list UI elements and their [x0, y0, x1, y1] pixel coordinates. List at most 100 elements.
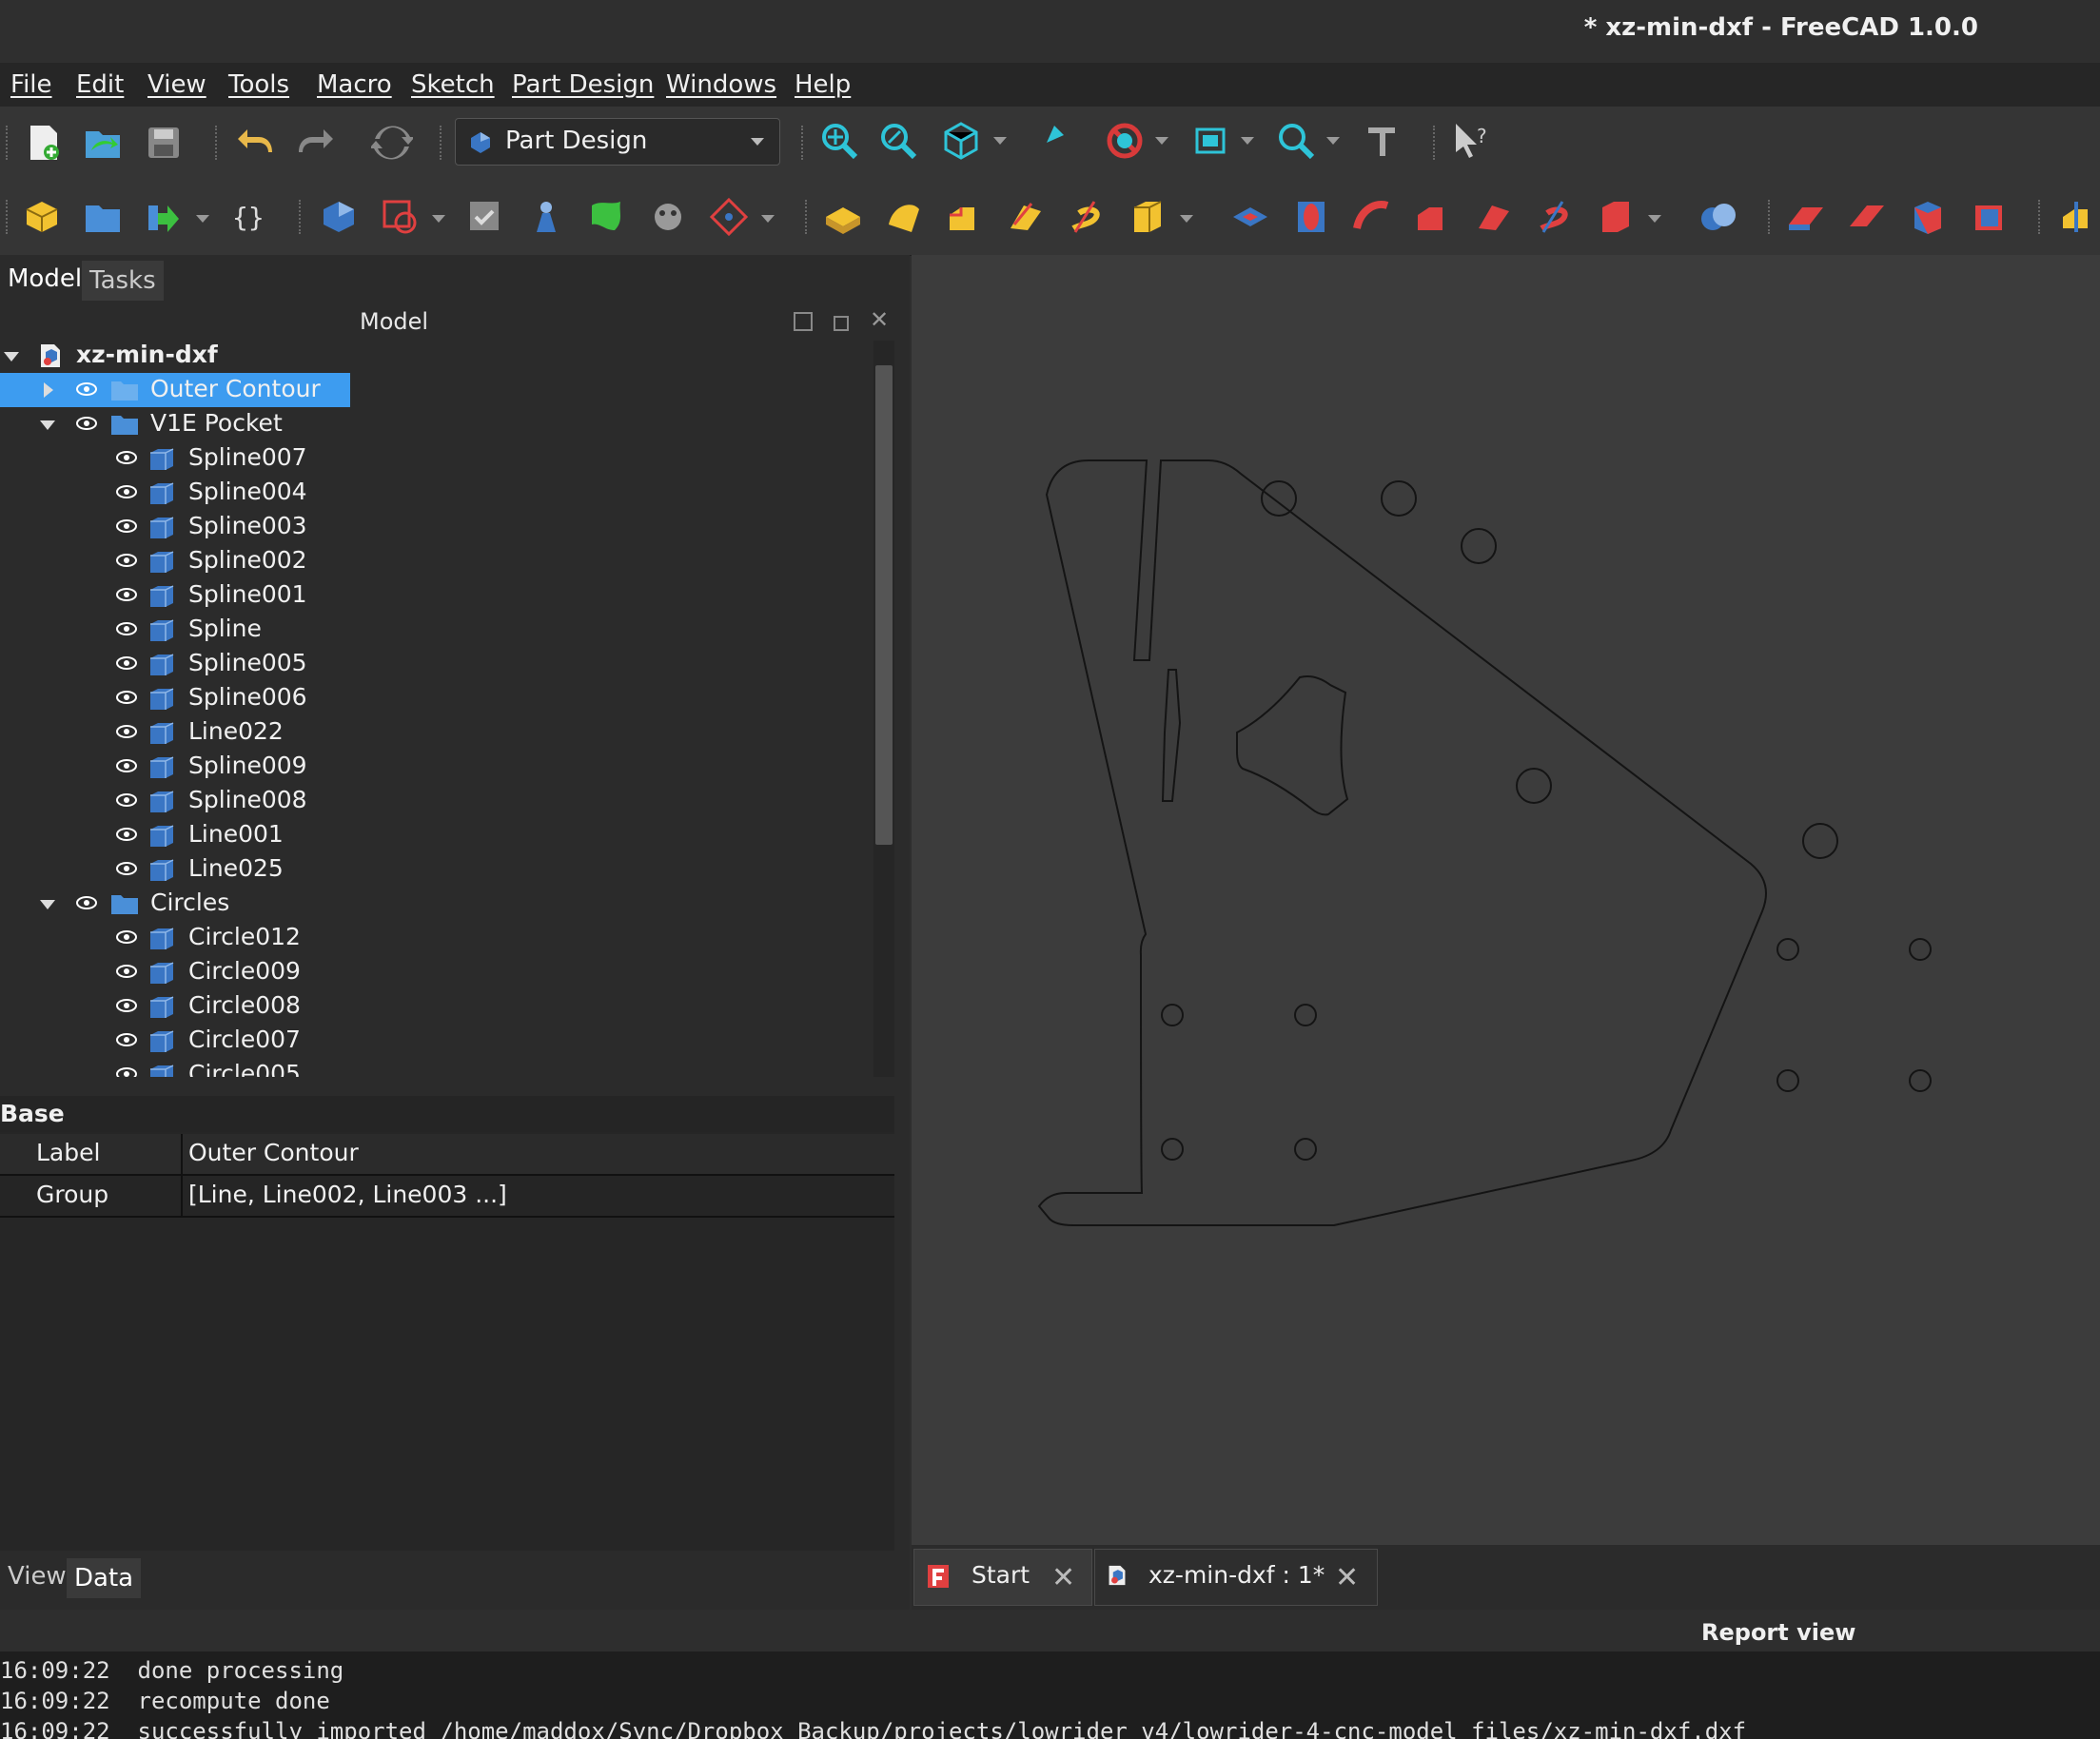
visibility-eye-icon[interactable]	[116, 999, 137, 1012]
menu-part-design[interactable]: Part Design	[512, 70, 654, 99]
close-icon[interactable]: ✕	[1051, 1564, 1075, 1592]
undo-icon[interactable]	[234, 120, 276, 162]
tree-item-child[interactable]: Circle005	[0, 1058, 873, 1077]
doc-tab-start[interactable]: Start ✕	[913, 1549, 1092, 1606]
sub-shape-binder-icon[interactable]	[586, 196, 628, 238]
property-row-group[interactable]: Group [Line, Line002, Line003 ...]	[0, 1176, 894, 1218]
pad-icon[interactable]	[822, 196, 864, 238]
visibility-eye-icon[interactable]	[116, 554, 137, 567]
close-icon[interactable]: ✕	[1335, 1564, 1359, 1592]
visibility-eye-icon[interactable]	[76, 417, 97, 430]
menu-edit[interactable]: Edit	[76, 70, 124, 99]
draft-icon[interactable]	[1907, 196, 1949, 238]
report-view-log[interactable]: 16:09:22 done processing 16:09:22 recomp…	[0, 1651, 2100, 1739]
tree-scrollbar-thumb[interactable]	[875, 365, 893, 845]
property-value[interactable]: Outer Contour	[188, 1139, 359, 1166]
revolution-icon[interactable]	[883, 196, 925, 238]
visibility-eye-icon[interactable]	[116, 793, 137, 807]
open-document-icon[interactable]	[82, 122, 124, 164]
visibility-eye-icon[interactable]	[116, 965, 137, 978]
create-part-icon[interactable]	[21, 196, 63, 238]
tree-item-circles[interactable]: Circles	[0, 887, 873, 921]
chevron-down-icon[interactable]	[196, 215, 211, 225]
tree-item-child[interactable]: Spline008	[0, 784, 873, 818]
tree-item-child[interactable]: Line025	[0, 852, 873, 887]
isometric-view-icon[interactable]	[940, 120, 982, 162]
property-value[interactable]: [Line, Line002, Line003 ...]	[188, 1181, 507, 1208]
tree-item-child[interactable]: Spline006	[0, 681, 873, 715]
hole-icon[interactable]	[1290, 196, 1332, 238]
tree-item-v1e-pocket[interactable]: V1E Pocket	[0, 407, 873, 441]
tree-item-child[interactable]: Spline003	[0, 510, 873, 544]
tree-item-child[interactable]: Circle008	[0, 989, 873, 1024]
visibility-eye-icon[interactable]	[116, 828, 137, 841]
subtractive-box-icon[interactable]	[1595, 196, 1637, 238]
tree-item-child[interactable]: Spline009	[0, 750, 873, 784]
toolbar-grip[interactable]	[299, 200, 306, 234]
bounding-box-icon[interactable]	[1189, 120, 1231, 162]
whats-this-icon[interactable]: ?	[1450, 120, 1492, 162]
tree-item-outer-contour[interactable]: Outer Contour	[0, 373, 873, 407]
tree-item-child[interactable]: Spline007	[0, 441, 873, 476]
chevron-down-icon[interactable]	[761, 215, 776, 225]
menu-view[interactable]: View	[147, 70, 206, 99]
toolbar-grip[interactable]	[1768, 200, 1776, 234]
mirrored-icon[interactable]	[2057, 196, 2099, 238]
tab-tasks[interactable]: Tasks	[82, 261, 164, 301]
workbench-selector[interactable]: Part Design	[455, 118, 780, 166]
tree-item-child[interactable]: Circle009	[0, 955, 873, 989]
visibility-eye-icon[interactable]	[116, 725, 137, 738]
create-link-icon[interactable]	[143, 196, 185, 238]
property-row-label[interactable]: Label Outer Contour	[0, 1134, 894, 1176]
minimize-icon[interactable]	[794, 312, 813, 331]
chevron-down-icon[interactable]	[1241, 137, 1256, 147]
additive-helix-icon[interactable]	[1066, 196, 1108, 238]
visibility-eye-icon[interactable]	[76, 382, 97, 396]
additive-box-icon[interactable]	[1127, 196, 1168, 238]
visibility-eye-icon[interactable]	[116, 656, 137, 670]
visibility-eye-icon[interactable]	[116, 759, 137, 772]
float-icon[interactable]	[834, 316, 849, 331]
visibility-eye-icon[interactable]	[116, 691, 137, 704]
refresh-icon[interactable]	[371, 122, 413, 164]
visibility-eye-icon[interactable]	[76, 896, 97, 909]
collapse-arrow-icon[interactable]	[40, 420, 55, 430]
fillet-icon[interactable]	[1785, 196, 1827, 238]
shape-binder-icon[interactable]	[525, 196, 567, 238]
create-sketch-icon[interactable]	[379, 196, 421, 238]
close-icon[interactable]: ✕	[870, 306, 889, 333]
create-group-icon[interactable]	[82, 196, 124, 238]
visibility-eye-icon[interactable]	[116, 485, 137, 498]
menu-help[interactable]: Help	[795, 70, 851, 99]
additive-pipe-icon[interactable]	[1005, 196, 1047, 238]
tab-data[interactable]: Data	[67, 1558, 142, 1598]
chevron-down-icon[interactable]	[1648, 215, 1663, 225]
3d-view[interactable]	[912, 255, 2100, 1545]
subtractive-helix-icon[interactable]	[1534, 196, 1576, 238]
clone-icon[interactable]	[647, 196, 689, 238]
visibility-eye-icon[interactable]	[116, 1033, 137, 1046]
fit-all-icon[interactable]	[818, 120, 860, 162]
variable-set-icon[interactable]: {}	[228, 196, 270, 238]
visibility-eye-icon[interactable]	[116, 862, 137, 875]
tree-item-child[interactable]: Line022	[0, 715, 873, 750]
boolean-icon[interactable]	[1698, 196, 1739, 238]
tree-item-child[interactable]: Spline005	[0, 647, 873, 681]
groove-icon[interactable]	[1351, 196, 1393, 238]
toolbar-grip[interactable]	[6, 200, 13, 234]
tree-item-child[interactable]: Spline002	[0, 544, 873, 578]
chevron-down-icon[interactable]	[1155, 137, 1170, 147]
toolbar-grip[interactable]	[2038, 200, 2046, 234]
subtractive-pipe-icon[interactable]	[1473, 196, 1515, 238]
collapse-arrow-icon[interactable]	[4, 352, 19, 361]
menu-sketch[interactable]: Sketch	[411, 70, 495, 99]
tree-item-child[interactable]: Line001	[0, 818, 873, 852]
toolbar-grip[interactable]	[215, 126, 223, 160]
pocket-icon[interactable]	[1229, 196, 1271, 238]
expand-arrow-icon[interactable]	[44, 382, 53, 398]
fit-selection-icon[interactable]	[877, 120, 919, 162]
draw-style-icon[interactable]	[1104, 120, 1146, 162]
additive-loft-icon[interactable]	[944, 196, 986, 238]
chevron-down-icon[interactable]	[993, 137, 1009, 147]
visibility-eye-icon[interactable]	[116, 930, 137, 944]
